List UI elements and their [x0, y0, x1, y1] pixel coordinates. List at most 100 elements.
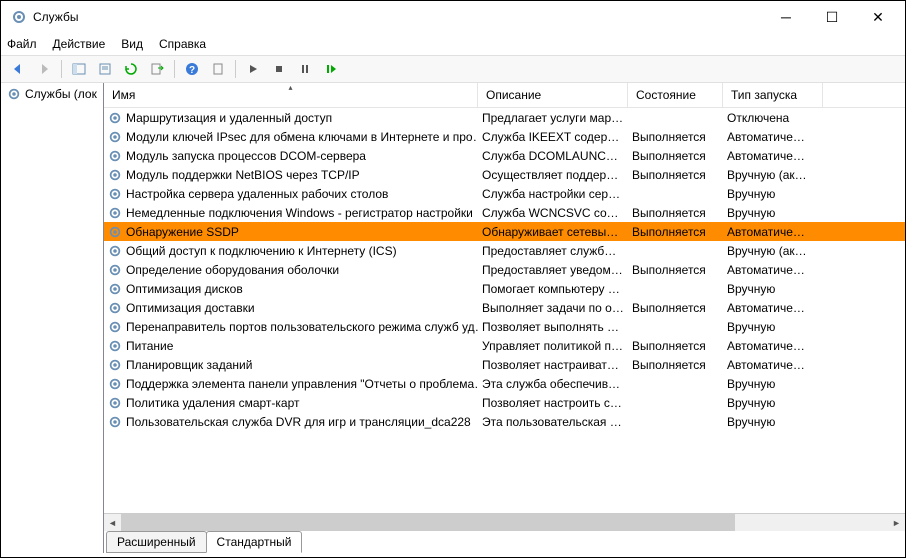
service-description: Предоставляет уведомл…	[478, 263, 628, 277]
start-service-button[interactable]	[242, 58, 264, 80]
services-window: Службы ─ ☐ ✕ Файл Действие Вид Справка ?	[0, 0, 906, 558]
service-startup: Вручную	[723, 415, 823, 429]
gear-icon	[108, 225, 122, 239]
restart-service-button[interactable]	[320, 58, 342, 80]
service-row[interactable]: Общий доступ к подключению к Интернету (…	[104, 241, 905, 260]
minimize-button[interactable]: ─	[763, 2, 809, 32]
service-description: Предоставляет службы …	[478, 244, 628, 258]
help-button[interactable]: ?	[181, 58, 203, 80]
service-startup: Вручную	[723, 396, 823, 410]
gear-icon	[108, 206, 122, 220]
service-row[interactable]: Маршрутизация и удаленный доступПредлага…	[104, 108, 905, 127]
gear-icon	[108, 244, 122, 258]
header-description[interactable]: Описание	[478, 83, 628, 107]
service-name: Общий доступ к подключению к Интернету (…	[126, 244, 397, 258]
gear-icon	[108, 415, 122, 429]
service-row[interactable]: Политика удаления смарт-картПозволяет на…	[104, 393, 905, 412]
service-state: Выполняется	[628, 168, 723, 182]
back-button[interactable]	[7, 58, 29, 80]
service-description: Эта пользовательская с…	[478, 415, 628, 429]
export-button[interactable]	[146, 58, 168, 80]
service-row[interactable]: Оптимизация дисковПомогает компьютеру …В…	[104, 279, 905, 298]
gear-icon	[108, 187, 122, 201]
gear-icon	[108, 111, 122, 125]
service-description: Обнаруживает сетевые …	[478, 225, 628, 239]
service-row[interactable]: Модуль поддержки NetBIOS через TCP/IPОсу…	[104, 165, 905, 184]
header-startup[interactable]: Тип запуска	[723, 83, 823, 107]
service-row[interactable]: Модуль запуска процессов DCOM-сервера Слу…	[104, 146, 905, 165]
window-title: Службы	[33, 10, 763, 24]
properties-button[interactable]	[94, 58, 116, 80]
service-row[interactable]: Немедленные подключения Windows - регист…	[104, 203, 905, 222]
service-startup: Автоматиче…	[723, 301, 823, 315]
menu-view[interactable]: Вид	[121, 37, 143, 51]
show-hide-tree-button[interactable]	[68, 58, 90, 80]
service-description: Служба WCNCSVC соде…	[478, 206, 628, 220]
service-row[interactable]: Поддержка элемента панели управления "От…	[104, 374, 905, 393]
toolbar: ?	[1, 55, 905, 83]
gear-icon	[108, 339, 122, 353]
service-startup: Вручную	[723, 377, 823, 391]
titlebar[interactable]: Службы ─ ☐ ✕	[1, 1, 905, 33]
menu-file[interactable]: Файл	[7, 37, 37, 51]
service-description: Выполняет задачи по о…	[478, 301, 628, 315]
app-icon	[11, 9, 27, 25]
gear-icon	[108, 149, 122, 163]
service-name: Питание	[126, 339, 173, 353]
services-list: Имя▴ Описание Состояние Тип запуска Марш…	[104, 83, 905, 514]
horizontal-scrollbar[interactable]: ◄ ►	[104, 514, 905, 531]
tree-root-services[interactable]: Службы (лок	[3, 85, 101, 103]
service-description: Эта служба обеспечива…	[478, 377, 628, 391]
menu-action[interactable]: Действие	[53, 37, 106, 51]
service-state: Выполняется	[628, 339, 723, 353]
service-name: Определение оборудования оболочки	[126, 263, 339, 277]
maximize-button[interactable]: ☐	[809, 2, 855, 32]
service-state: Выполняется	[628, 149, 723, 163]
action-button[interactable]	[207, 58, 229, 80]
gear-icon	[108, 301, 122, 315]
service-startup: Вручную (ак…	[723, 244, 823, 258]
service-name: Оптимизация доставки	[126, 301, 255, 315]
gear-icon	[108, 263, 122, 277]
service-row[interactable]: Пользовательская служба DVR для игр и тр…	[104, 412, 905, 431]
service-description: Осуществляет поддерж…	[478, 168, 628, 182]
service-name: Политика удаления смарт-карт	[126, 396, 300, 410]
header-state[interactable]: Состояние	[628, 83, 723, 107]
service-startup: Вручную	[723, 282, 823, 296]
close-button[interactable]: ✕	[855, 2, 901, 32]
stop-service-button[interactable]	[268, 58, 290, 80]
service-state: Выполняется	[628, 130, 723, 144]
service-description: Позволяет настраивать …	[478, 358, 628, 372]
service-name: Модуль запуска процессов DCOM-сервера	[126, 149, 366, 163]
refresh-button[interactable]	[120, 58, 142, 80]
forward-button[interactable]	[33, 58, 55, 80]
main-panel: Имя▴ Описание Состояние Тип запуска Марш…	[104, 83, 905, 553]
service-row[interactable]: Оптимизация доставки Выполняет задачи по …	[104, 298, 905, 317]
service-startup: Вручную (ак…	[723, 168, 823, 182]
tab-extended[interactable]: Расширенный	[106, 531, 207, 553]
gear-icon	[108, 396, 122, 410]
view-tabs: Расширенный Стандартный	[104, 531, 905, 553]
scroll-left-icon[interactable]: ◄	[104, 514, 121, 531]
scroll-right-icon[interactable]: ►	[888, 514, 905, 531]
gear-icon	[108, 377, 122, 391]
service-row[interactable]: Перенаправитель портов пользовательского…	[104, 317, 905, 336]
pause-service-button[interactable]	[294, 58, 316, 80]
service-row[interactable]: Обнаружение SSDPОбнаруживает сетевые …Вы…	[104, 222, 905, 241]
service-description: Служба DCOMLAUNCH …	[478, 149, 628, 163]
service-row[interactable]: Настройка сервера удаленных рабочих стол…	[104, 184, 905, 203]
service-startup: Автоматиче…	[723, 149, 823, 163]
tab-standard[interactable]: Стандартный	[206, 531, 303, 553]
service-row[interactable]: Планировщик заданийПозволяет настраивать…	[104, 355, 905, 374]
header-name[interactable]: Имя▴	[104, 83, 478, 107]
service-startup: Автоматиче…	[723, 339, 823, 353]
menu-help[interactable]: Справка	[159, 37, 206, 51]
service-state: Выполняется	[628, 206, 723, 220]
service-row[interactable]: Модули ключей IPsec для обмена ключами в…	[104, 127, 905, 146]
service-startup: Вручную	[723, 187, 823, 201]
service-name: Пользовательская служба DVR для игр и тр…	[126, 415, 471, 429]
service-name: Поддержка элемента панели управления "От…	[126, 377, 478, 391]
service-startup: Отключена	[723, 111, 823, 125]
service-row[interactable]: Определение оборудования оболочки Предост…	[104, 260, 905, 279]
service-row[interactable]: ПитаниеУправляет политикой п…Выполняется…	[104, 336, 905, 355]
